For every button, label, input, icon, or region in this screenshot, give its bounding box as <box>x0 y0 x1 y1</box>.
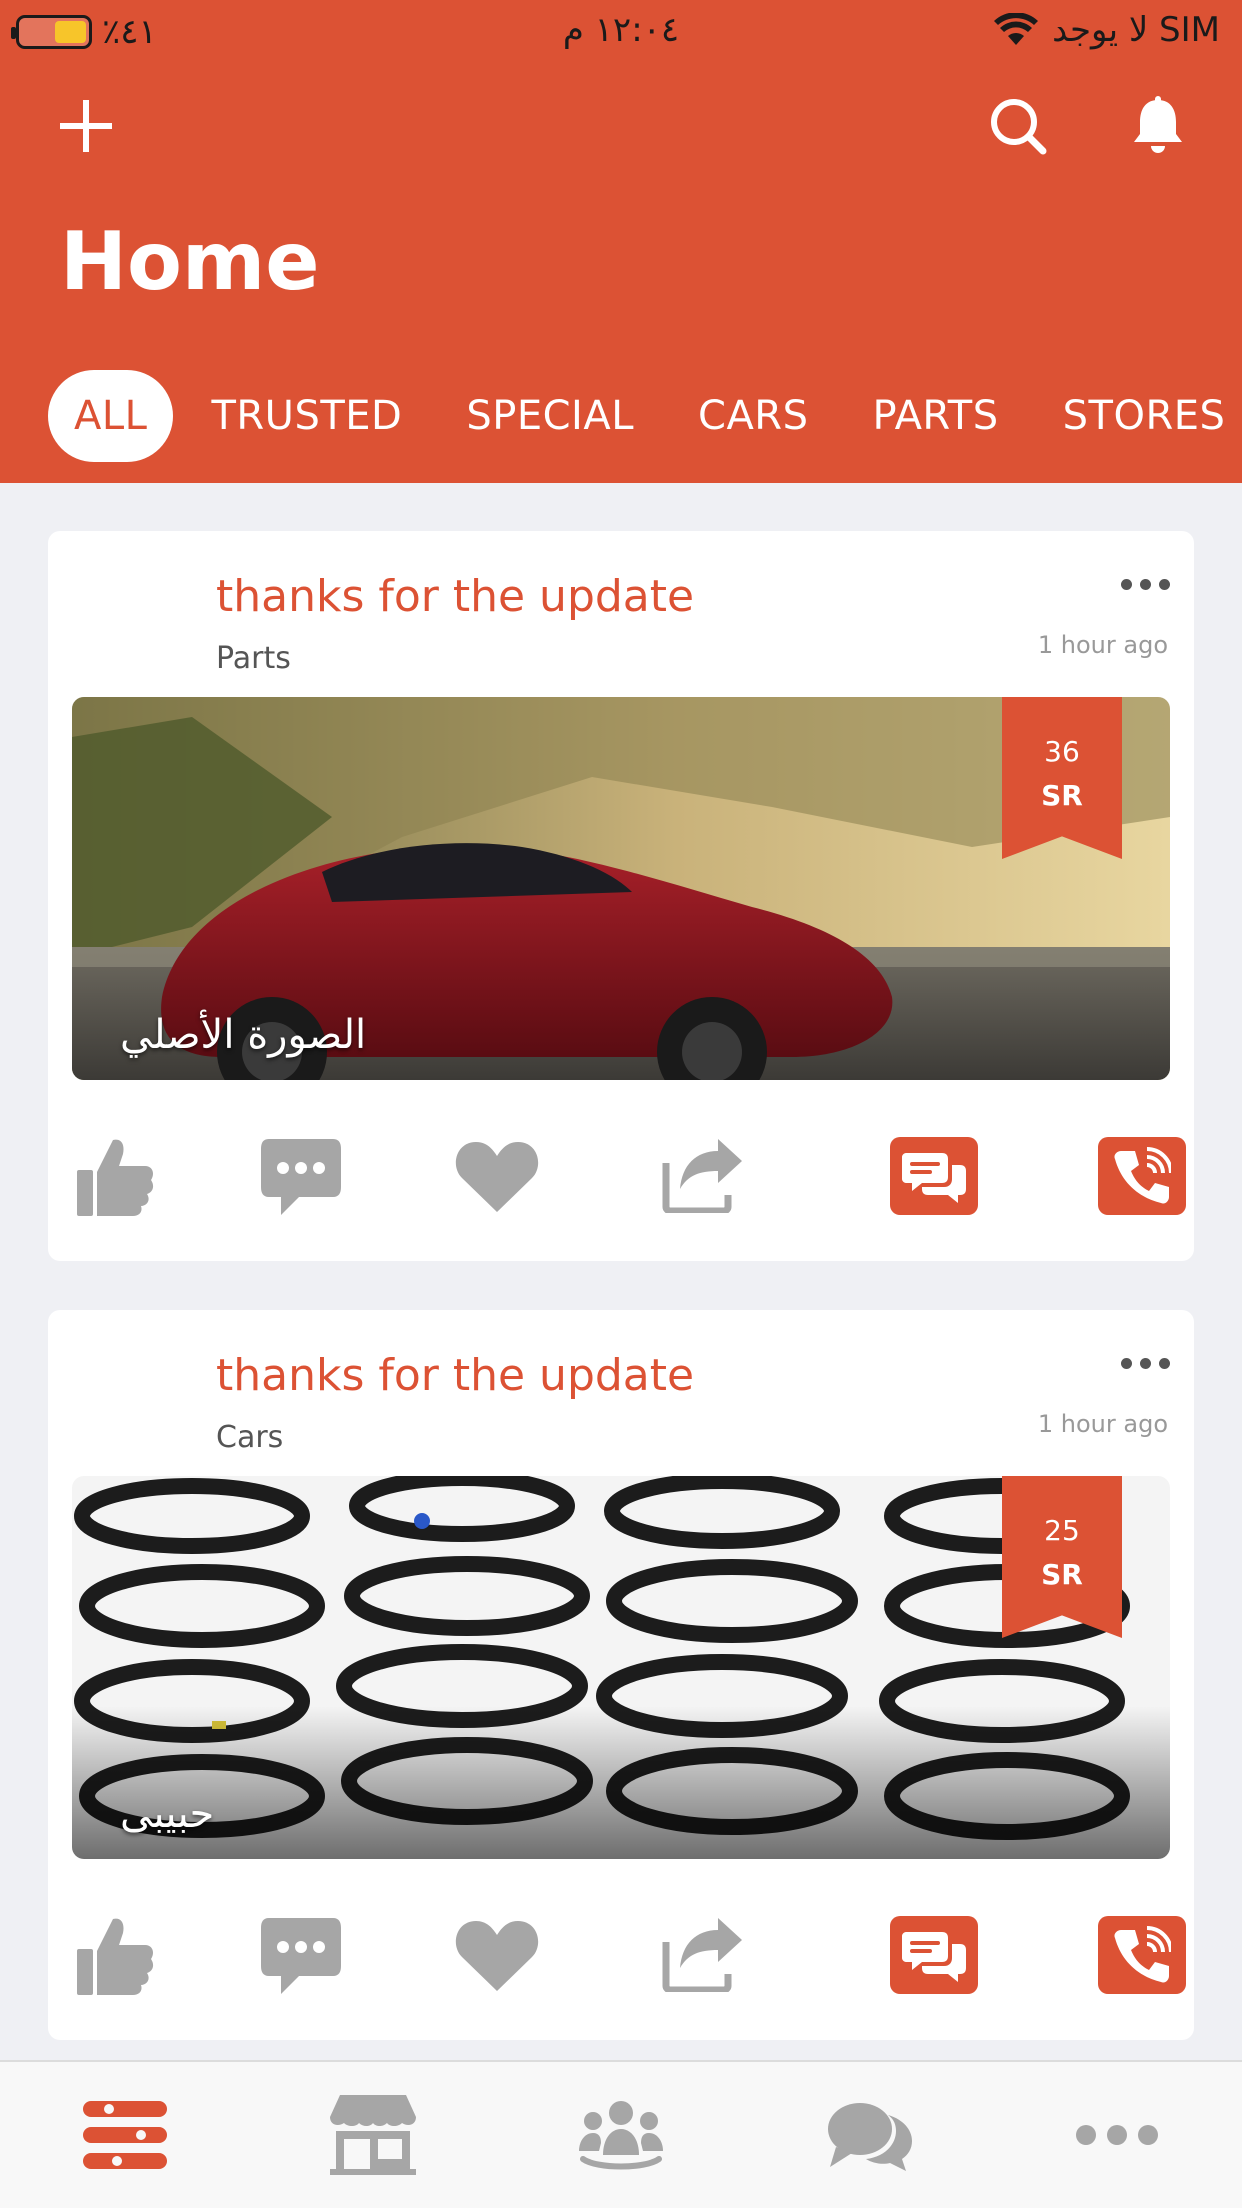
image-caption: حبيبى <box>120 1791 215 1837</box>
messages-icon <box>828 2103 912 2171</box>
search-icon <box>991 99 1047 155</box>
price-currency: SR <box>1041 1558 1083 1591</box>
tab-trusted[interactable]: TRUSTED <box>185 370 428 462</box>
chat-button[interactable] <box>890 1137 978 1215</box>
post-title[interactable]: thanks for the update <box>216 571 694 622</box>
nav-more[interactable] <box>1062 2090 1172 2180</box>
status-bar: ٪٤١ ١٢:٠٤ م لا يوجد SIM <box>0 0 1242 62</box>
price-currency: SR <box>1041 779 1083 812</box>
tab-parts[interactable]: PARTS <box>847 370 1025 462</box>
nav-feed[interactable] <box>70 2090 180 2180</box>
avatar[interactable] <box>72 555 222 665</box>
tab-special[interactable]: SPECIAL <box>440 370 660 462</box>
favorite-icon <box>455 1921 539 1991</box>
call-icon <box>1114 1147 1171 1204</box>
comment-button[interactable] <box>258 1131 344 1221</box>
post-actions <box>72 1910 1186 2000</box>
filter-tabs: ALL TRUSTED SPECIAL CARS PARTS STORES <box>48 370 1242 462</box>
image-caption: الصورة الأصلي <box>120 1012 367 1058</box>
bell-icon <box>1134 96 1182 153</box>
like-icon <box>77 1139 154 1216</box>
page-title: Home <box>60 215 320 308</box>
call-icon <box>1114 1926 1171 1983</box>
call-button[interactable] <box>1098 1137 1186 1215</box>
nav-stores[interactable] <box>318 2090 428 2180</box>
favorite-icon <box>455 1142 539 1212</box>
comment-icon <box>261 1918 341 1994</box>
post-image[interactable]: 25 SR حبيبى <box>72 1476 1170 1859</box>
community-icon <box>579 2101 663 2170</box>
price-value: 25 <box>1044 1514 1080 1547</box>
chat-icon <box>902 1153 966 1203</box>
favorite-button[interactable] <box>452 1910 542 2000</box>
nav-community[interactable] <box>566 2090 676 2180</box>
like-button[interactable] <box>72 1131 158 1221</box>
post-card[interactable]: thanks for the update Parts 1 hour ago 3… <box>48 531 1194 1261</box>
app-header: ٪٤١ ١٢:٠٤ م لا يوجد SIM Home ALL TRUSTED… <box>0 0 1242 483</box>
nav-messages[interactable] <box>814 2090 924 2180</box>
tab-stores[interactable]: STORES <box>1037 370 1242 462</box>
share-icon <box>662 1139 742 1213</box>
post-title[interactable]: thanks for the update <box>216 1350 694 1401</box>
more-icon <box>1076 2125 1158 2145</box>
post-time: 1 hour ago <box>1037 1410 1168 1438</box>
share-button[interactable] <box>660 1910 746 2000</box>
comment-button[interactable] <box>258 1910 344 2000</box>
share-icon <box>662 1918 742 1992</box>
post-category: Cars <box>216 1420 284 1455</box>
search-button[interactable] <box>988 96 1048 156</box>
store-icon <box>330 2095 416 2175</box>
post-time: 1 hour ago <box>1037 631 1168 659</box>
price-ribbon: 36 SR <box>1002 697 1122 859</box>
carrier-info: لا يوجد SIM <box>994 10 1220 50</box>
call-button[interactable] <box>1098 1916 1186 1994</box>
share-button[interactable] <box>660 1131 746 1221</box>
tab-cars[interactable]: CARS <box>672 370 834 462</box>
like-icon <box>77 1918 154 1995</box>
price-value: 36 <box>1044 735 1080 768</box>
post-category: Parts <box>216 641 291 676</box>
chat-icon <box>902 1932 966 1982</box>
chat-button[interactable] <box>890 1916 978 1994</box>
plus-icon <box>60 100 112 152</box>
bottom-navigation <box>0 2060 1242 2208</box>
like-button[interactable] <box>72 1910 158 2000</box>
more-options-button[interactable] <box>1121 579 1170 590</box>
more-options-button[interactable] <box>1121 1358 1170 1369</box>
favorite-button[interactable] <box>452 1131 542 1221</box>
tab-all[interactable]: ALL <box>48 370 174 462</box>
post-actions <box>72 1131 1186 1221</box>
price-ribbon: 25 SR <box>1002 1476 1122 1638</box>
post-image[interactable]: 36 SR الصورة الأصلي <box>72 697 1170 1080</box>
wifi-icon <box>994 13 1039 45</box>
carrier-text: لا يوجد SIM <box>1052 10 1220 50</box>
avatar[interactable] <box>72 1334 222 1444</box>
notifications-button[interactable] <box>1128 94 1188 158</box>
feed-icon <box>83 2101 167 2169</box>
post-card[interactable]: thanks for the update Cars 1 hour ago 25… <box>48 1310 1194 2040</box>
comment-icon <box>261 1139 341 1215</box>
add-post-button[interactable] <box>56 96 116 156</box>
